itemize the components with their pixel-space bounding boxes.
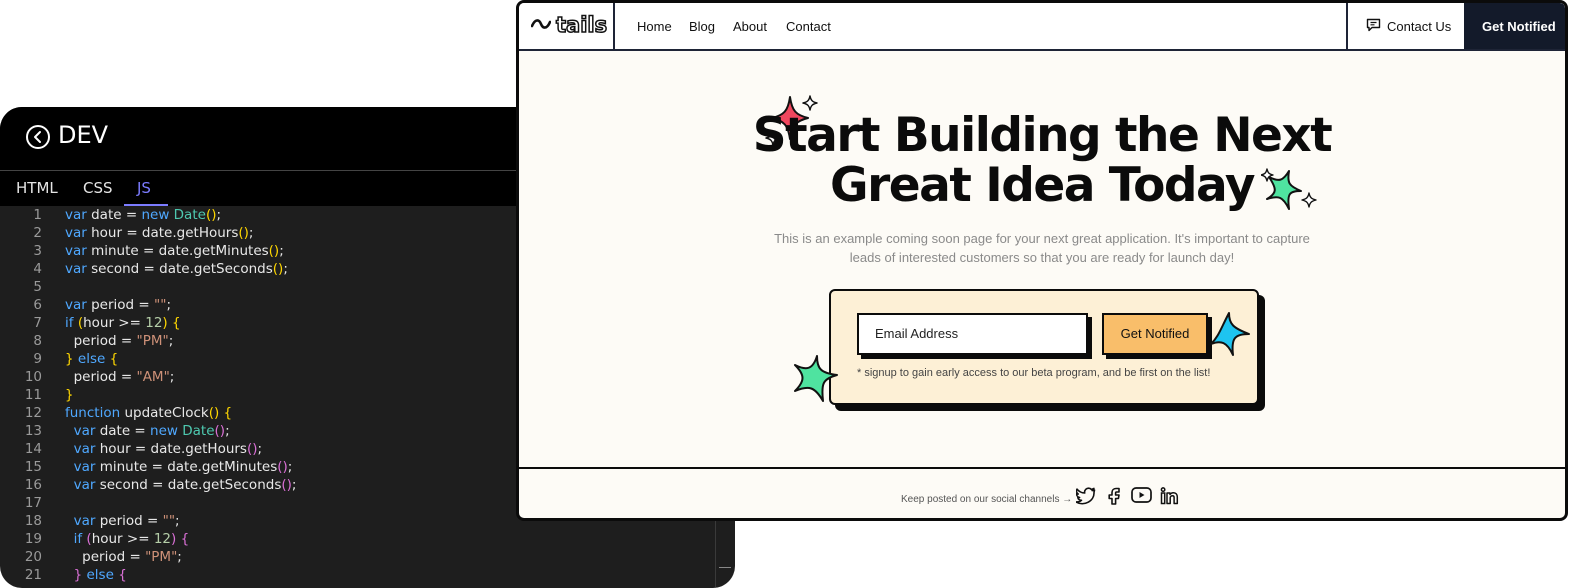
hero-title-line-2: Great Idea Today [830,158,1255,213]
contact-us-button[interactable]: Contact Us [1346,3,1464,49]
footer: Keep posted on our social channels → [519,467,1565,518]
twitter-icon[interactable] [1076,487,1096,505]
logo[interactable]: tails [519,3,615,49]
signup-note: * signup to gain early access to our bet… [857,367,1211,379]
nav-about[interactable]: About [733,19,767,34]
email-input[interactable]: Email Address [857,313,1088,355]
hero-subtitle-line-1: This is an example coming soon page for … [774,231,1310,246]
code-line: 20 period = "PM"; [24,549,182,565]
signup-card: Email Address Get Notified * signup to g… [829,289,1259,405]
website-preview: tails Home Blog About Contact Contact Us… [516,0,1568,521]
top-navbar: tails Home Blog About Contact Contact Us… [519,3,1565,51]
blue-sparkle-icon [1210,312,1250,356]
nav-blog[interactable]: Blog [689,19,715,34]
footer-text: Keep posted on our social channels → [901,494,1073,505]
linkedin-icon[interactable] [1160,487,1179,505]
code-line: 19 if (hour >= 12) { [24,531,190,547]
facebook-icon[interactable] [1107,487,1121,505]
get-notified-button[interactable]: Get Notified [1102,313,1208,355]
tab-css[interactable]: CSS [83,179,113,197]
green-star-sparkle-icon [794,355,838,402]
back-arrow-icon[interactable] [26,125,50,149]
get-notified-nav-button[interactable]: Get Notified [1464,3,1565,49]
chat-icon [1366,18,1381,32]
nav-contact[interactable]: Contact [786,19,831,34]
logo-text: tails [555,12,608,38]
tab-js[interactable]: JS [137,179,151,197]
get-notified-nav-label: Get Notified [1482,19,1556,34]
nav-home[interactable]: Home [637,19,672,34]
contact-us-label: Contact Us [1387,19,1452,34]
code-line: 21 } else { [24,567,127,583]
hero-title-line-1: Start Building the Next [752,108,1333,163]
youtube-icon[interactable] [1131,487,1152,503]
wave-logo-icon [531,19,551,29]
hero-subtitle-line-2: leads of interested customers so that yo… [849,250,1235,265]
tab-html[interactable]: HTML [16,179,58,197]
editor-title: DEV [58,121,109,149]
